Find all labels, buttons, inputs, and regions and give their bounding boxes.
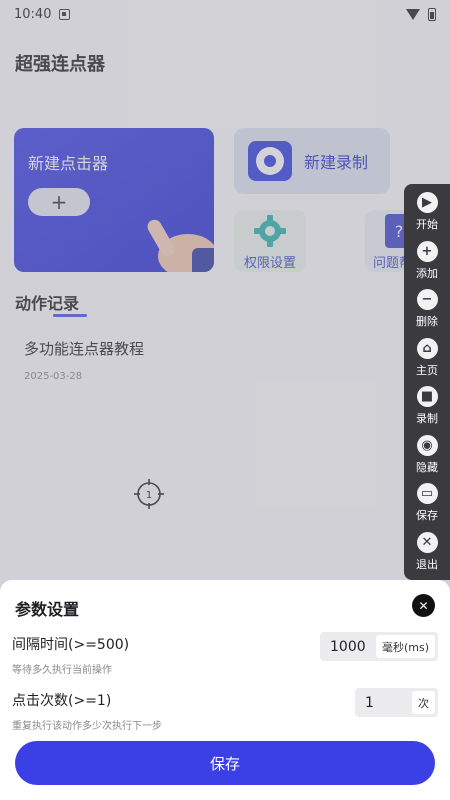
float-start-label: 开始: [416, 218, 438, 231]
save-icon: ▭: [416, 483, 438, 504]
float-add-button[interactable]: + 添加: [404, 240, 450, 290]
float-exit-label: 退出: [416, 557, 438, 571]
click-count-setting: 点击次数(>=1) 重复执行该动作多少次执行下一步 1 次: [12, 688, 438, 732]
video-icon: ■: [416, 386, 438, 407]
interval-input[interactable]: 1000 毫秒(ms): [320, 632, 438, 661]
float-exit-button[interactable]: ✕ 退出: [404, 531, 450, 581]
interval-unit: 毫秒(ms): [375, 635, 435, 658]
close-icon: ✕: [416, 531, 438, 553]
sheet-title: 参数设置: [15, 600, 80, 619]
float-save-label: 保存: [416, 509, 438, 522]
float-delete-label: 删除: [416, 315, 438, 328]
eye-off-icon: ◉: [416, 434, 438, 456]
interval-description: 等待多久执行当前操作: [12, 665, 112, 676]
interval-setting: 间隔时间(>=500) 等待多久执行当前操作 1000 毫秒(ms): [12, 632, 438, 676]
click-count-input[interactable]: 1 次: [355, 688, 438, 717]
save-button[interactable]: 保存: [15, 741, 435, 785]
click-count-value[interactable]: 1: [355, 695, 412, 711]
float-start-button[interactable]: ▶ 开始: [404, 192, 450, 241]
plus-icon: +: [416, 240, 438, 262]
home-icon: ⌂: [416, 337, 438, 359]
float-add-label: 添加: [416, 266, 438, 280]
float-delete-button[interactable]: − 删除: [404, 289, 450, 338]
float-home-label: 主页: [416, 363, 438, 377]
click-count-unit: 次: [412, 691, 435, 714]
float-hide-button[interactable]: ◉ 隐藏: [404, 434, 450, 484]
float-hide-label: 隐藏: [416, 460, 438, 474]
floating-control-bar: ▶ 开始 + 添加 − 删除 ⌂ 主页 ■ 录制 ◉ 隐藏 ▭ 保存 ✕ 退出: [404, 184, 450, 580]
float-save-button[interactable]: ▭ 保存: [404, 483, 450, 532]
float-record-button[interactable]: ■ 录制: [404, 386, 450, 435]
close-sheet-button[interactable]: ✕: [412, 594, 435, 617]
click-count-description: 重复执行该动作多少次执行下一步: [12, 721, 162, 732]
float-home-button[interactable]: ⌂ 主页: [404, 337, 450, 387]
parameter-settings-sheet: 参数设置 ✕ 间隔时间(>=500) 等待多久执行当前操作 1000 毫秒(ms…: [0, 580, 450, 800]
interval-value[interactable]: 1000: [320, 639, 376, 655]
float-record-label: 录制: [416, 412, 438, 425]
play-icon: ▶: [416, 192, 438, 213]
minus-icon: −: [416, 289, 438, 310]
